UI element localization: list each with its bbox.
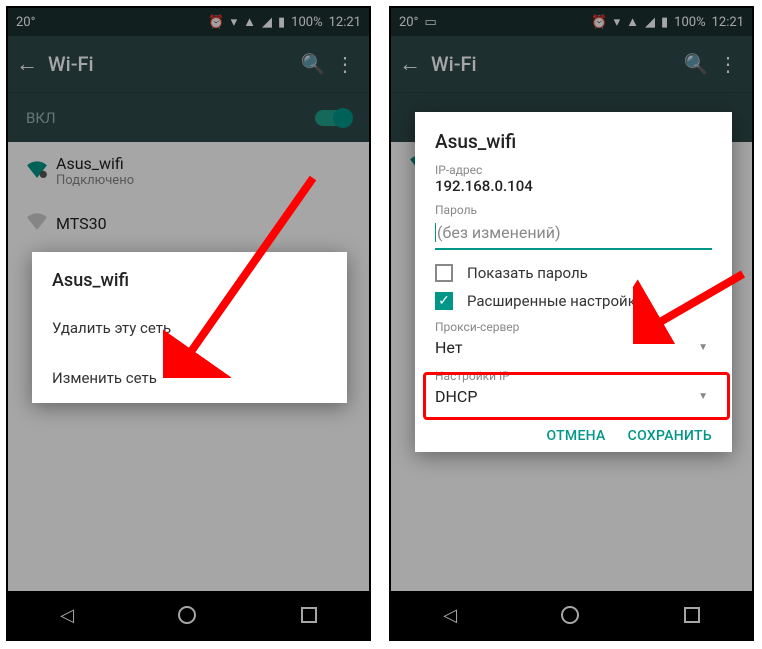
proxy-value: Нет	[435, 334, 712, 361]
advanced-checkbox[interactable]: ✓	[435, 292, 453, 310]
ip-address-label: IP-адрес	[435, 163, 712, 177]
ip-address-value: 192.168.0.104	[435, 177, 712, 195]
network-edit-dialog: Asus_wifi IP-адрес 192.168.0.104 Пароль …	[415, 112, 732, 452]
phone-screenshot-left: 20° ⏰ ▾ ▲ ◢ ▮ 100% 12:21 ← Wi-Fi 🔍 ⋮ ВКЛ…	[6, 6, 371, 641]
dropdown-icon: ▼	[698, 342, 708, 353]
show-password-row[interactable]: Показать пароль	[435, 264, 712, 282]
proxy-label: Прокси-сервер	[435, 320, 712, 334]
show-password-checkbox[interactable]	[435, 264, 453, 282]
phone-screenshot-right: 20° ▭ ⏰ ▾ ▲ ◢ ▮ 100% 12:21 ← Wi-Fi 🔍 ⋮ ◁…	[389, 6, 754, 641]
proxy-field[interactable]: Прокси-сервер Нет ▼	[435, 320, 712, 361]
delete-network-option[interactable]: Удалить эту сеть	[32, 303, 347, 353]
dropdown-icon: ▼	[698, 391, 708, 402]
cancel-button[interactable]: ОТМЕНА	[546, 428, 605, 444]
password-label: Пароль	[435, 203, 712, 217]
ip-settings-field[interactable]: Настройки IP DHCP ▼	[435, 369, 712, 410]
save-button[interactable]: СОХРАНИТЬ	[628, 428, 712, 444]
dialog-title: Asus_wifi	[435, 130, 712, 153]
advanced-label: Расширенные настройки	[467, 292, 644, 310]
dialog-actions: ОТМЕНА СОХРАНИТЬ	[435, 428, 712, 444]
modify-network-option[interactable]: Изменить сеть	[32, 353, 347, 403]
network-context-dialog: Asus_wifi Удалить эту сеть Изменить сеть	[32, 252, 347, 403]
ip-settings-label: Настройки IP	[435, 369, 712, 383]
password-input[interactable]: (без изменений)	[435, 217, 712, 250]
advanced-row[interactable]: ✓ Расширенные настройки	[435, 292, 712, 310]
ip-settings-value: DHCP	[435, 383, 712, 410]
dialog-title: Asus_wifi	[32, 252, 347, 303]
show-password-label: Показать пароль	[467, 264, 588, 282]
